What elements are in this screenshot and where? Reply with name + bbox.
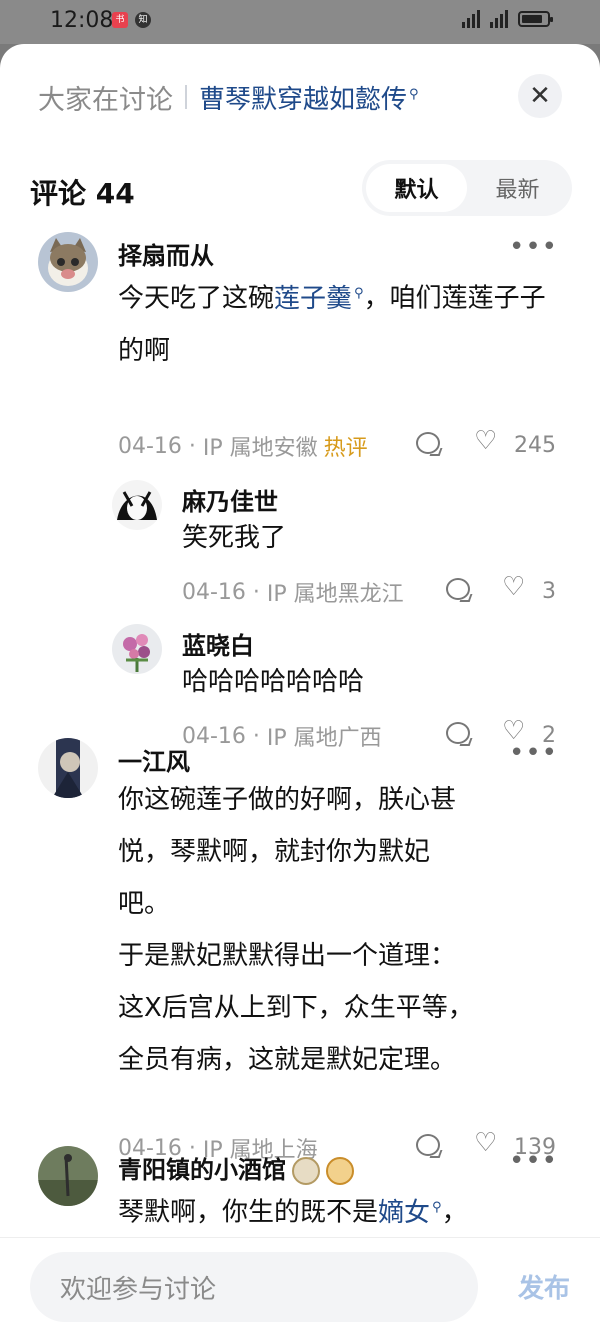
like-icon[interactable]: ♡ <box>502 574 525 600</box>
eye-badge-icon <box>326 1157 354 1185</box>
avatar[interactable] <box>112 480 162 530</box>
more-options-icon[interactable]: ••• <box>509 740 558 766</box>
signal-5g-icon <box>490 10 508 28</box>
comment-text: 琴默啊，你生的既不是嫡女 ⚲， <box>118 1197 468 1228</box>
comment-author[interactable]: 青阳镇的小酒馆 <box>118 1150 354 1185</box>
avatar[interactable] <box>112 624 162 674</box>
reply-icon[interactable] <box>416 1134 440 1156</box>
reply-text: 哈哈哈哈哈哈哈 <box>182 667 365 697</box>
signal-icon <box>462 10 480 28</box>
topic-link[interactable]: 曹琴默穿越如懿传 ⚲ <box>199 79 419 116</box>
comment-author[interactable]: 择扇而从 <box>118 236 214 271</box>
sort-tabs: 默认 最新 <box>362 160 572 216</box>
keyword-link[interactable]: 莲子羹 ⚲ <box>274 284 364 314</box>
tab-default[interactable]: 默认 <box>366 164 467 212</box>
reply-icon[interactable] <box>446 578 470 600</box>
avatar[interactable] <box>38 232 98 292</box>
discussion-label: 大家在讨论 <box>38 84 173 116</box>
tab-latest[interactable]: 最新 <box>467 164 568 212</box>
reply-icon[interactable] <box>446 722 470 744</box>
notification-app-icon: 书 <box>112 12 128 28</box>
keyword-link[interactable]: 嫡女 ⚲ <box>378 1198 442 1228</box>
like-icon[interactable]: ♡ <box>474 428 497 454</box>
reply-meta: 04-16 · IP 属地黑龙江 <box>182 579 404 608</box>
status-time: 12:08 <box>50 8 114 33</box>
topic-header: 大家在讨论 曹琴默穿越如懿传 ⚲ <box>38 79 419 116</box>
like-icon[interactable]: ♡ <box>474 1130 497 1156</box>
notification-app-icon: 知 <box>135 12 151 28</box>
status-bar: 12:08 书 知 <box>0 0 600 44</box>
publish-button[interactable]: 发布 <box>518 1268 570 1305</box>
like-count: 3 <box>542 579 556 604</box>
close-icon: ✕ <box>529 81 551 111</box>
avatar[interactable] <box>38 1146 98 1206</box>
comment-input-bar: 欢迎参与讨论 发布 <box>0 1237 600 1333</box>
crown-badge-icon <box>292 1157 320 1185</box>
battery-icon <box>518 11 553 27</box>
comment-text: 你这碗莲子做的好啊，朕心甚 悦，琴默啊，就封你为默妃 吧。 于是默妃默默得出一个… <box>118 785 474 1075</box>
comment-text: 今天吃了这碗莲子羹 ⚲，咱们莲莲子子的啊 <box>118 283 546 366</box>
comment-meta: 04-16 · IP 属地安徽 热评 <box>118 430 368 462</box>
avatar[interactable] <box>38 738 98 798</box>
reply-meta: 04-16 · IP 属地广西 <box>182 723 382 752</box>
comments-sheet: 大家在讨论 曹琴默穿越如懿传 ⚲ ✕ 评论 44 默认 最新 择扇而从 ••• 今… <box>0 44 600 1333</box>
more-options-icon[interactable]: ••• <box>509 234 558 260</box>
reply-icon[interactable] <box>416 432 440 454</box>
more-options-icon[interactable]: ••• <box>509 1148 558 1174</box>
comments-count-title: 评论 44 <box>30 177 135 210</box>
reply-text: 笑死我了 <box>182 523 287 553</box>
divider <box>185 85 187 109</box>
search-icon: ⚲ <box>354 286 364 301</box>
search-icon: ⚲ <box>432 1200 442 1215</box>
comment-author[interactable]: 一江风 <box>118 742 190 777</box>
hot-badge: 热评 <box>323 436 368 461</box>
search-icon: ⚲ <box>409 86 419 102</box>
close-button[interactable]: ✕ <box>518 74 562 118</box>
comment-input[interactable]: 欢迎参与讨论 <box>30 1252 478 1322</box>
like-count: 245 <box>514 433 556 458</box>
status-indicators <box>462 10 553 28</box>
